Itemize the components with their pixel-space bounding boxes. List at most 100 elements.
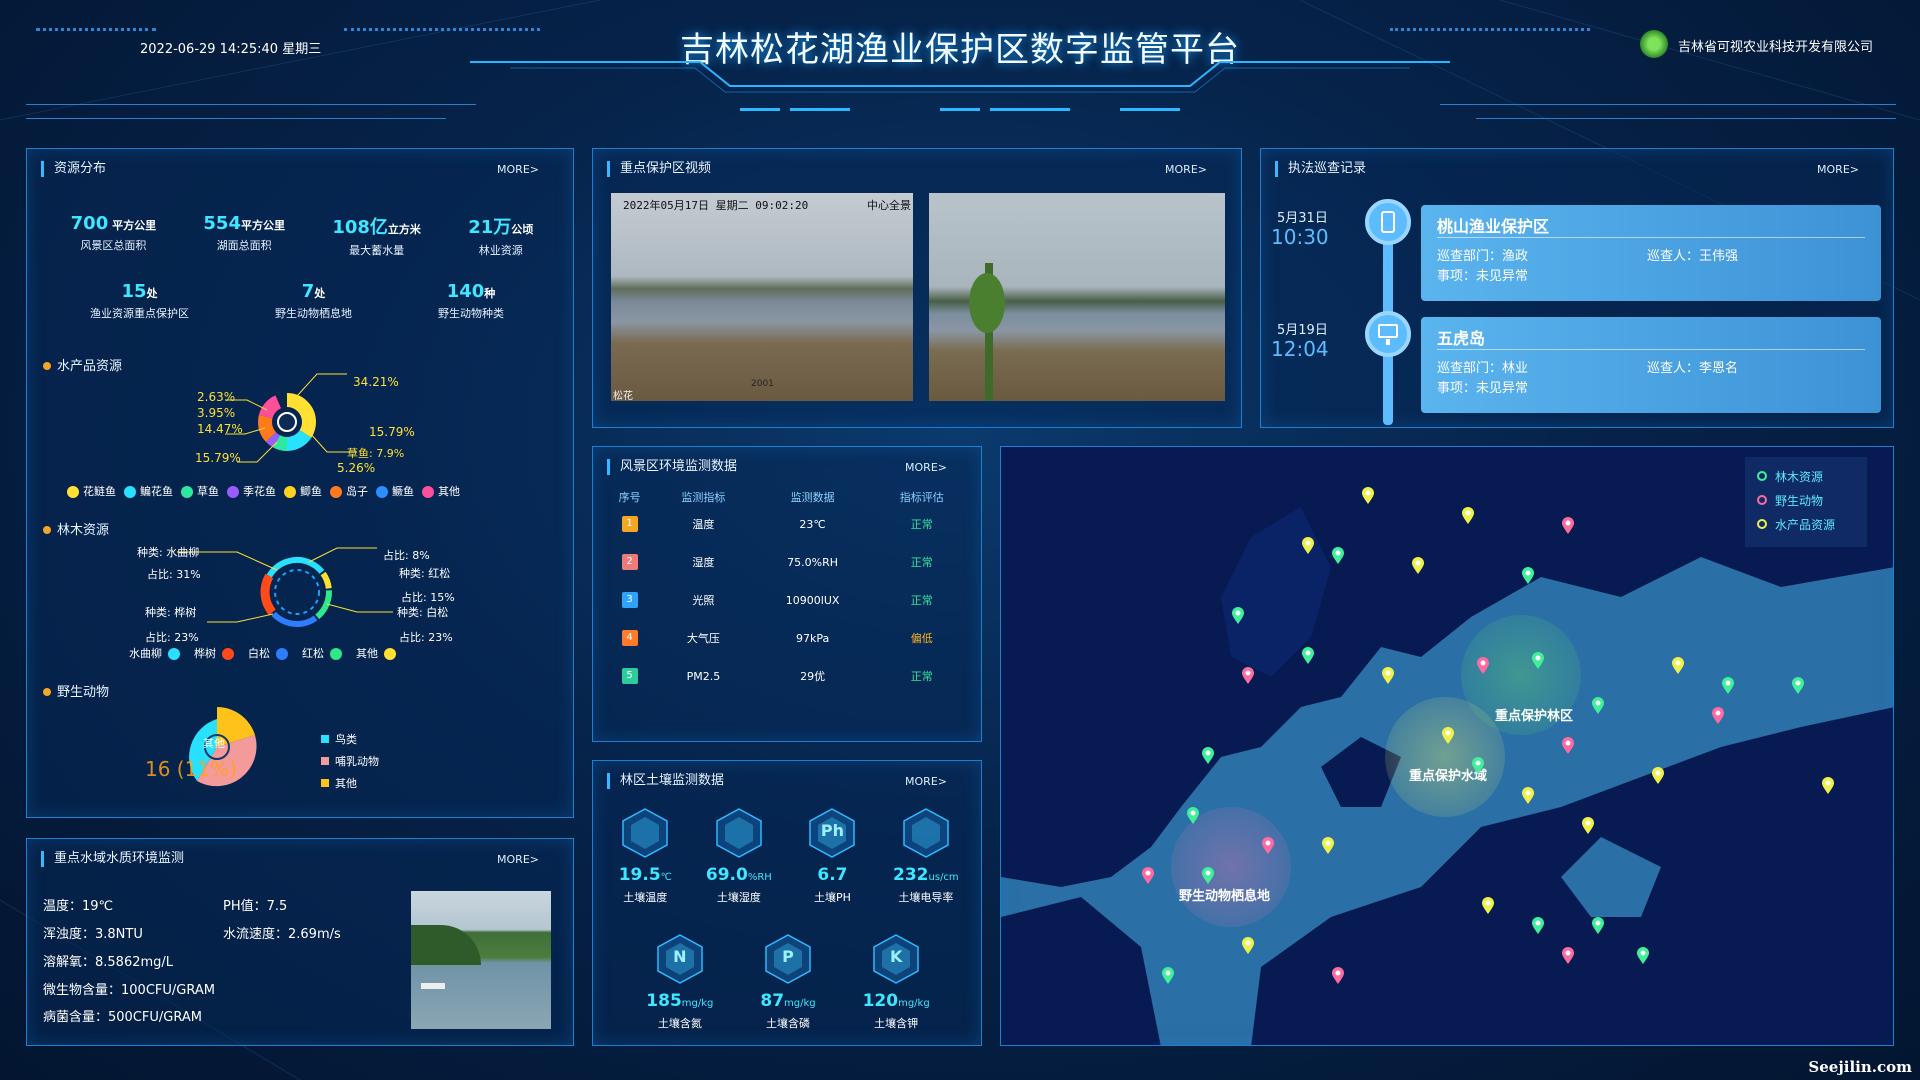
stat-unit: 处 xyxy=(146,287,158,300)
legend-item: 鸟类 xyxy=(321,729,379,751)
map-pin-icon[interactable] xyxy=(1301,537,1315,555)
map-pin-icon[interactable] xyxy=(1301,647,1315,665)
legend-item: 桦树 xyxy=(194,645,238,661)
video-more-link[interactable]: MORE> xyxy=(1165,163,1207,176)
map-pin-icon[interactable] xyxy=(1141,867,1155,885)
water-title: 重点水域水质环境监测 xyxy=(41,851,184,867)
map-pin-icon[interactable] xyxy=(1411,557,1425,575)
cell-value: 23℃ xyxy=(799,517,826,531)
wildlife-slice-label: 其他 xyxy=(203,737,225,750)
map-pin-icon[interactable] xyxy=(1161,967,1175,985)
legend-label: 水曲柳 xyxy=(129,647,162,660)
map-pin-icon[interactable] xyxy=(1711,707,1725,725)
cell-index: 3 xyxy=(605,581,654,619)
cell-metric: PM2.5 xyxy=(686,669,721,683)
map-pin-icon[interactable] xyxy=(1231,607,1245,625)
map-pin-icon[interactable] xyxy=(1441,727,1455,745)
aquatic-legend: 花鲢鱼 鳊花鱼 草鱼 季花鱼 鲫鱼 岛子 鳜鱼 其他 xyxy=(67,483,460,499)
resource-more-link[interactable]: MORE> xyxy=(497,163,539,176)
water-more-link[interactable]: MORE> xyxy=(497,853,539,866)
aquatic-label: 2.63% xyxy=(197,390,236,404)
header-underline-left xyxy=(26,104,476,105)
map-pin-icon[interactable] xyxy=(1241,667,1255,685)
map-pin-icon[interactable] xyxy=(1481,897,1495,915)
stat-lake-area: 554平方公里 湖面总面积 xyxy=(203,213,285,258)
stat-unit: 平方公里 xyxy=(240,219,285,232)
map-pin-icon[interactable] xyxy=(1331,967,1345,985)
aquatic-label: 15.79% xyxy=(195,451,241,465)
map-pin-icon[interactable] xyxy=(1261,837,1275,855)
legend-dot xyxy=(284,486,296,498)
water-quality-panel: 重点水域水质环境监测 MORE> 温度：19℃ PH值：7.5 浑浊度：3.8N… xyxy=(26,838,574,1046)
patrol-more-link[interactable]: MORE> xyxy=(1817,163,1859,176)
map-pin-icon[interactable] xyxy=(1581,817,1595,835)
camera-feed-2[interactable] xyxy=(929,193,1225,401)
stat-value: 140 xyxy=(446,281,485,302)
env-more-link[interactable]: MORE> xyxy=(905,461,947,474)
map-pin-icon[interactable] xyxy=(1241,937,1255,955)
metric-unit: mg/kg xyxy=(681,998,714,1009)
map-pin-icon[interactable] xyxy=(1521,787,1535,805)
metric-unit: mg/kg xyxy=(898,998,930,1009)
map-pin-icon[interactable] xyxy=(1791,677,1805,695)
map-pin-icon[interactable] xyxy=(1186,807,1200,825)
legend-label: 鲫鱼 xyxy=(300,485,322,498)
metric-value: 185 xyxy=(646,991,682,1011)
map-pin-icon[interactable] xyxy=(1651,767,1665,785)
stat-label: 渔业资源重点保护区 xyxy=(90,307,189,320)
map-legend-item[interactable]: 水产品资源 xyxy=(1757,513,1855,537)
icon-glyph: Ph xyxy=(820,821,844,840)
map-pin-icon[interactable] xyxy=(1321,837,1335,855)
legend-label: 鳊花鱼 xyxy=(140,485,173,498)
map-pin-icon[interactable] xyxy=(1591,697,1605,715)
map-pin-icon[interactable] xyxy=(1521,567,1535,585)
patrol-record-1[interactable]: 5月31日 10:30 桃山渔业保护区 巡查部门：渔政 巡查人：王伟强 事项：未… xyxy=(1261,199,1895,301)
stats-row-1: 700 平方公里 风景区总面积 554平方公里 湖面总面积 108亿立方米 最大蓄水量… xyxy=(47,213,557,258)
map-pin-icon[interactable] xyxy=(1636,947,1650,965)
map-pin-icon[interactable] xyxy=(1591,917,1605,935)
camera-feed-1[interactable]: 2022年05月17日 星期二 09:02:20 中心全景 2001 松花 xyxy=(611,193,913,401)
forest-inner-ring xyxy=(274,569,320,615)
phosphorus-icon: P xyxy=(760,931,816,987)
env-table: 序号 监测指标 监测数据 指标评估 1 温度 23℃ 正常 2 湿度 75.0%RH 正常 3 光… xyxy=(605,489,971,695)
map-legend-item[interactable]: 林木资源 xyxy=(1757,465,1855,489)
map-pin-icon[interactable] xyxy=(1471,757,1485,775)
map-legend-label: 水产品资源 xyxy=(1775,518,1836,532)
record-place: 五虎岛 xyxy=(1437,329,1486,348)
map-pin-icon[interactable] xyxy=(1821,777,1835,795)
map-pin-icon[interactable] xyxy=(1671,657,1685,675)
col-metric: 监测指标 xyxy=(681,491,726,504)
map-pin-icon[interactable] xyxy=(1201,867,1215,885)
metric-unit: mg/kg xyxy=(784,998,816,1009)
soil-more-link[interactable]: MORE> xyxy=(905,775,947,788)
map-pin-icon[interactable] xyxy=(1331,547,1345,565)
map-pin-icon[interactable] xyxy=(1476,657,1490,675)
map-pin-icon[interactable] xyxy=(1361,487,1375,505)
forest-label: 种类: 水曲柳 xyxy=(137,546,200,559)
map-legend-item[interactable]: 野生动物 xyxy=(1757,489,1855,513)
map-pin-icon[interactable] xyxy=(1721,677,1735,695)
record-time: 12:04 xyxy=(1271,337,1329,361)
map-pin-icon[interactable] xyxy=(1561,947,1575,965)
map-pin-icon[interactable] xyxy=(1381,667,1395,685)
table-row: 5 PM2.5 29优 正常 xyxy=(605,657,971,695)
cell-eval: 正常 xyxy=(910,670,933,683)
map-panel[interactable]: 重点保护林区 重点保护水域 野生动物栖息地 林木资源 野生动物 水产品资源 xyxy=(1000,446,1894,1046)
soil-metric: P 87mg/kg 土壤含磷 xyxy=(760,931,816,1031)
map-pin-icon[interactable] xyxy=(1561,517,1575,535)
stat-unit: 公顷 xyxy=(511,223,534,236)
map-pin-icon[interactable] xyxy=(1201,747,1215,765)
env-title: 风景区环境监测数据 xyxy=(607,459,737,475)
map-pin-icon[interactable] xyxy=(1531,917,1545,935)
legend-label: 其他 xyxy=(438,485,460,498)
soil-metric: Ph 6.7 土壤PH xyxy=(804,805,860,905)
patrol-record-2[interactable]: 5月19日 12:04 五虎岛 巡查部门：林业 巡查人：李恩名 事项：未见异常 xyxy=(1261,311,1895,413)
aquatic-section-title: 水产品资源 xyxy=(43,355,122,374)
cell-eval: 正常 xyxy=(910,594,933,607)
header-dots-left-2 xyxy=(344,28,540,32)
map-pin-icon[interactable] xyxy=(1531,652,1545,670)
forest-label: 占比: 8% xyxy=(383,549,430,562)
map-pin-icon[interactable] xyxy=(1461,507,1475,525)
forest-label: 占比: 23% xyxy=(399,631,453,644)
map-pin-icon[interactable] xyxy=(1561,737,1575,755)
